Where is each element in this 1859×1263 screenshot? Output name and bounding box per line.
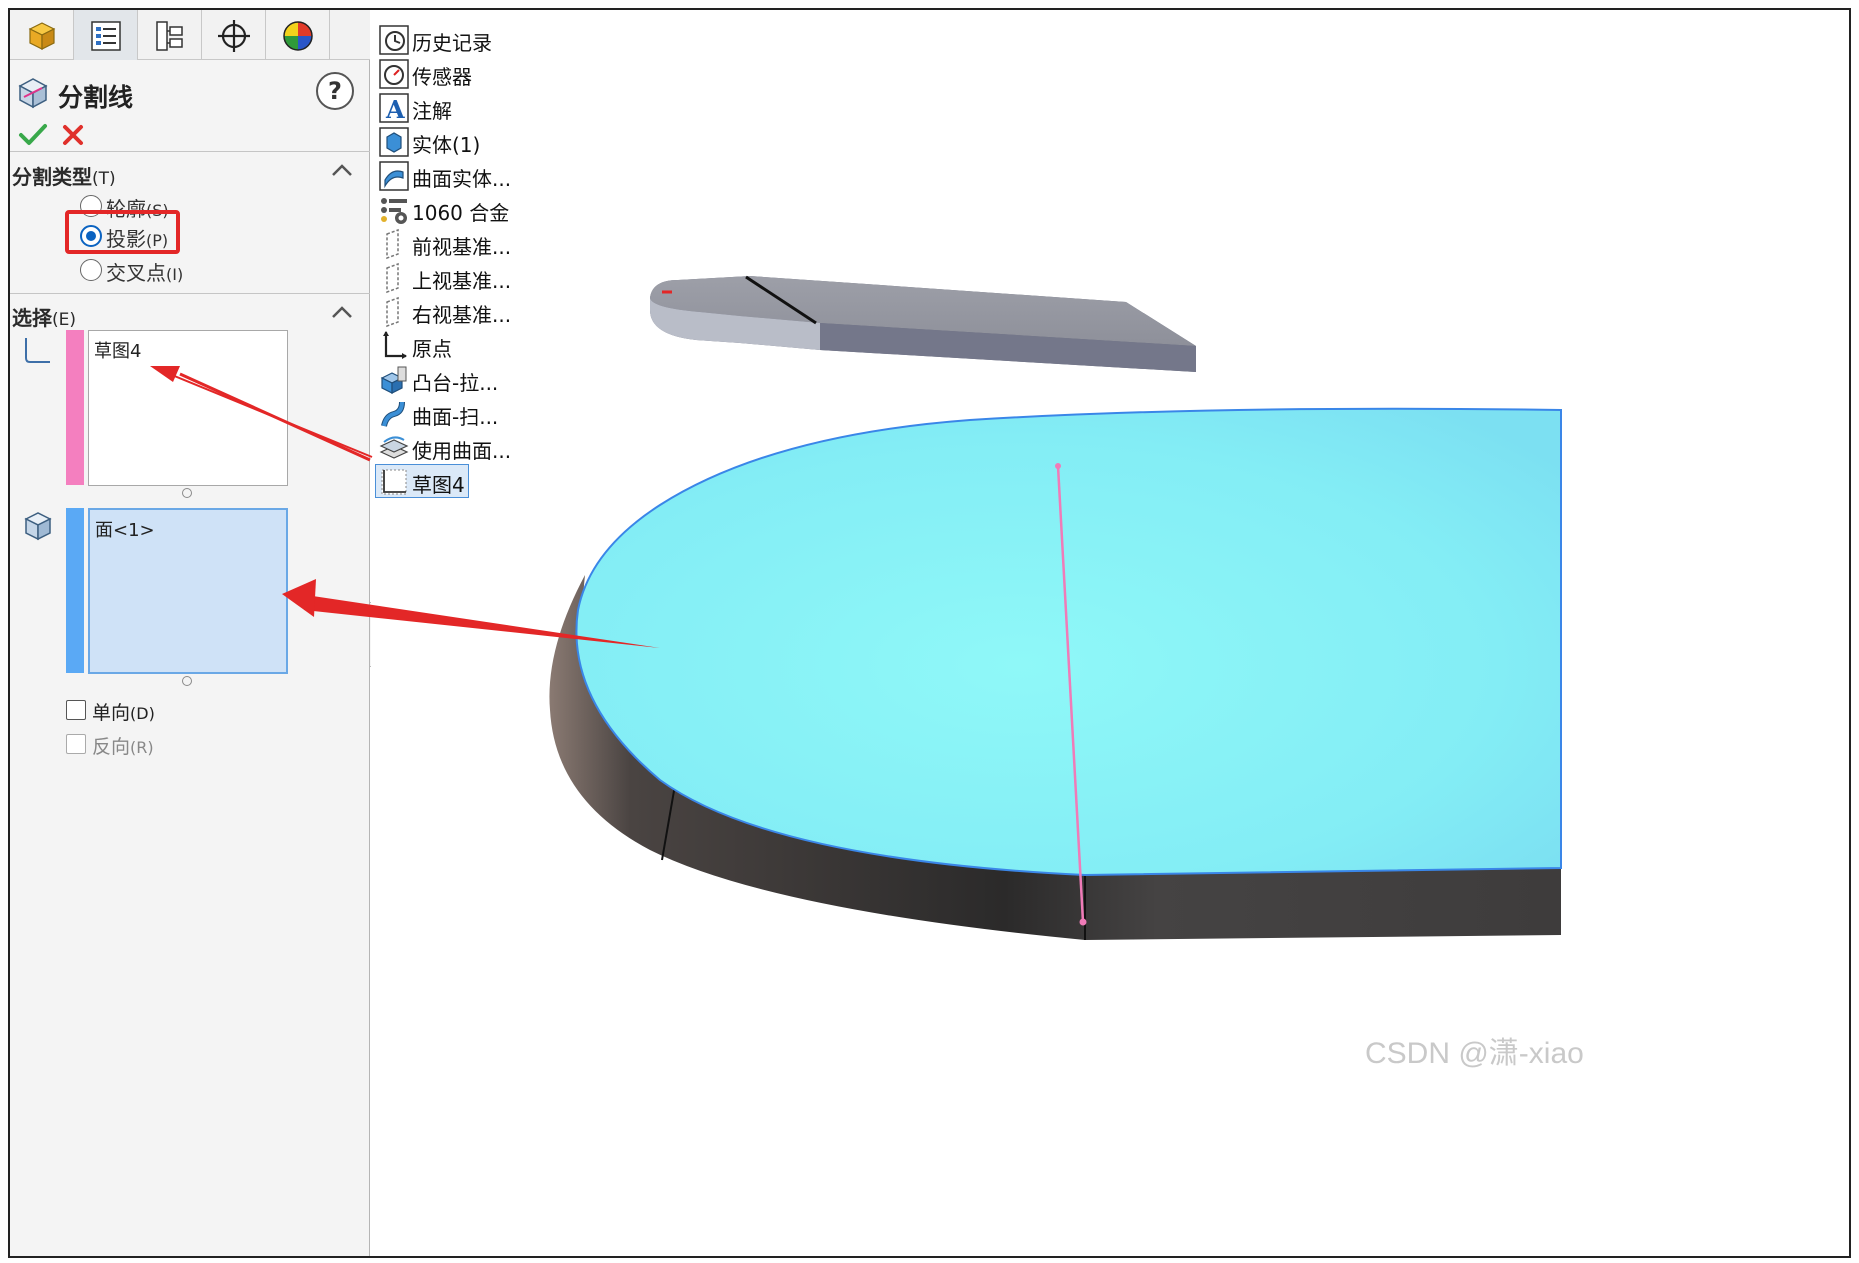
selection-section-title[interactable]: 选择(E): [12, 302, 76, 331]
tree-item-label: 凸台-拉...: [412, 371, 499, 395]
feature-manager-icon: [28, 22, 56, 50]
sweep-icon: [381, 401, 405, 427]
material-icon: [381, 198, 407, 224]
tree-item-right-plane[interactable]: 右视基准...: [371, 296, 544, 328]
tree-item-label: 曲面-扫...: [412, 405, 499, 429]
property-manager-tab[interactable]: [74, 10, 138, 60]
radio-button[interactable]: [80, 259, 102, 281]
screenshot-frame: 分割线 ? 分割类型(T) 轮廓(S) 投影(P) 交叉点(I) 选择(E) 草…: [8, 8, 1851, 1258]
face-selection-list[interactable]: 面<1>: [88, 508, 288, 674]
annotation-icon: A: [379, 93, 409, 124]
tree-item-label: 使用曲面...: [412, 439, 512, 463]
divider: [10, 293, 370, 294]
crosshair-icon: [218, 20, 250, 52]
property-list-icon: [91, 21, 121, 51]
face-selector-icon: [24, 512, 52, 541]
annotation-highlight-box: [65, 210, 180, 254]
sketch-icon: [381, 469, 407, 495]
property-manager-panel: 分割线 ? 分割类型(T) 轮廓(S) 投影(P) 交叉点(I) 选择(E) 草…: [10, 10, 370, 1256]
chevron-up-icon[interactable]: [330, 304, 354, 320]
split-type-accel: (T): [92, 169, 116, 189]
checkbox[interactable]: [66, 734, 86, 754]
tree-item-surface-sweep[interactable]: 曲面-扫...: [371, 398, 544, 430]
tree-item-label: 1060 合金: [412, 201, 510, 225]
checkbox[interactable]: [66, 700, 86, 720]
tree-item-solid-bodies[interactable]: 实体(1): [371, 126, 544, 158]
page-title: 分割线: [58, 83, 134, 112]
solid-body-icon: [379, 127, 409, 157]
small-extruded-body[interactable]: [650, 275, 1196, 372]
dimxpert-manager-tab[interactable]: [202, 10, 266, 60]
split-type-section-title[interactable]: 分割类型(T): [12, 161, 116, 190]
selection-accel: (E): [52, 310, 77, 330]
svg-text:A: A: [385, 95, 405, 124]
display-manager-tab[interactable]: [266, 10, 330, 60]
sketch-color-strip: [66, 330, 84, 485]
tree-item-origin[interactable]: 原点: [371, 330, 544, 362]
tree-item-surface-bodies[interactable]: 曲面实体...: [371, 160, 544, 192]
list-item[interactable]: 草图4: [94, 337, 282, 363]
model-viewport[interactable]: [371, 10, 1851, 1258]
ok-check-icon[interactable]: [18, 122, 48, 148]
feature-manager-tab[interactable]: [10, 10, 74, 60]
tree-item-label: 右视基准...: [412, 303, 512, 327]
tree-item-label: 注解: [412, 99, 452, 123]
use-surface-icon: [379, 436, 409, 459]
checkbox-label: 单向(D): [92, 702, 155, 724]
sketch-selection-list[interactable]: 草图4: [88, 330, 288, 486]
tree-item-label: 实体(1): [412, 133, 481, 157]
tree-item-top-plane[interactable]: 上视基准...: [371, 262, 544, 294]
tree-item-sketch4[interactable]: 草图4: [371, 464, 544, 498]
plane-icon: [386, 228, 399, 260]
tree-item-label: 传感器: [412, 65, 472, 89]
tree-item-use-surface[interactable]: 使用曲面...: [371, 432, 544, 464]
property-manager-header: 分割线 ?: [10, 68, 370, 118]
tree-item-label: 曲面实体...: [412, 167, 512, 191]
chevron-up-icon[interactable]: [330, 162, 354, 178]
tree-item-boss-extrude[interactable]: 凸台-拉...: [371, 364, 544, 396]
list-item[interactable]: 面<1>: [95, 516, 281, 542]
origin-icon: [383, 331, 407, 359]
configuration-icon: [156, 21, 183, 51]
face-color-strip: [66, 508, 84, 673]
sensor-icon: [379, 59, 409, 89]
list-resize-handle[interactable]: [182, 676, 192, 686]
plane-icon: [386, 296, 399, 328]
checkbox-label: 反向(R): [92, 736, 154, 758]
tree-item-label: 前视基准...: [412, 235, 512, 259]
extrude-icon: [380, 366, 407, 394]
tree-item-label: 原点: [412, 337, 452, 361]
tree-item-front-plane[interactable]: 前视基准...: [371, 228, 544, 260]
tree-item-label: 草图4: [412, 473, 465, 497]
selection-title: 选择: [12, 306, 52, 330]
tree-item-label: 上视基准...: [412, 269, 512, 293]
radio-label: 交叉点(I): [106, 261, 184, 285]
help-button[interactable]: ?: [316, 72, 354, 110]
configuration-manager-tab[interactable]: [138, 10, 202, 60]
display-sphere-icon: [283, 21, 313, 51]
graphics-area[interactable]: 历史记录 传感器 A 注解 实体(1) 曲面实体... 1060 合金 前视基准…: [371, 10, 1851, 1258]
tree-item-annotations[interactable]: A 注解: [371, 92, 544, 124]
watermark: CSDN @潇-xiao: [1365, 1037, 1584, 1070]
plane-icon: [386, 262, 399, 294]
sketch-selector-icon: [25, 338, 50, 363]
cancel-x-icon[interactable]: [62, 124, 84, 146]
tree-item-material[interactable]: 1060 合金: [371, 194, 544, 226]
split-line-icon: [18, 78, 48, 109]
list-resize-handle[interactable]: [182, 488, 192, 498]
surface-body-icon: [379, 161, 409, 191]
history-icon: [379, 25, 409, 55]
divider: [10, 151, 370, 152]
tree-item-history[interactable]: 历史记录: [371, 24, 544, 56]
manager-tab-bar: [10, 10, 370, 60]
tree-item-label: 历史记录: [412, 31, 492, 55]
split-type-title: 分割类型: [12, 165, 92, 189]
tree-item-sensors[interactable]: 传感器: [371, 58, 544, 90]
